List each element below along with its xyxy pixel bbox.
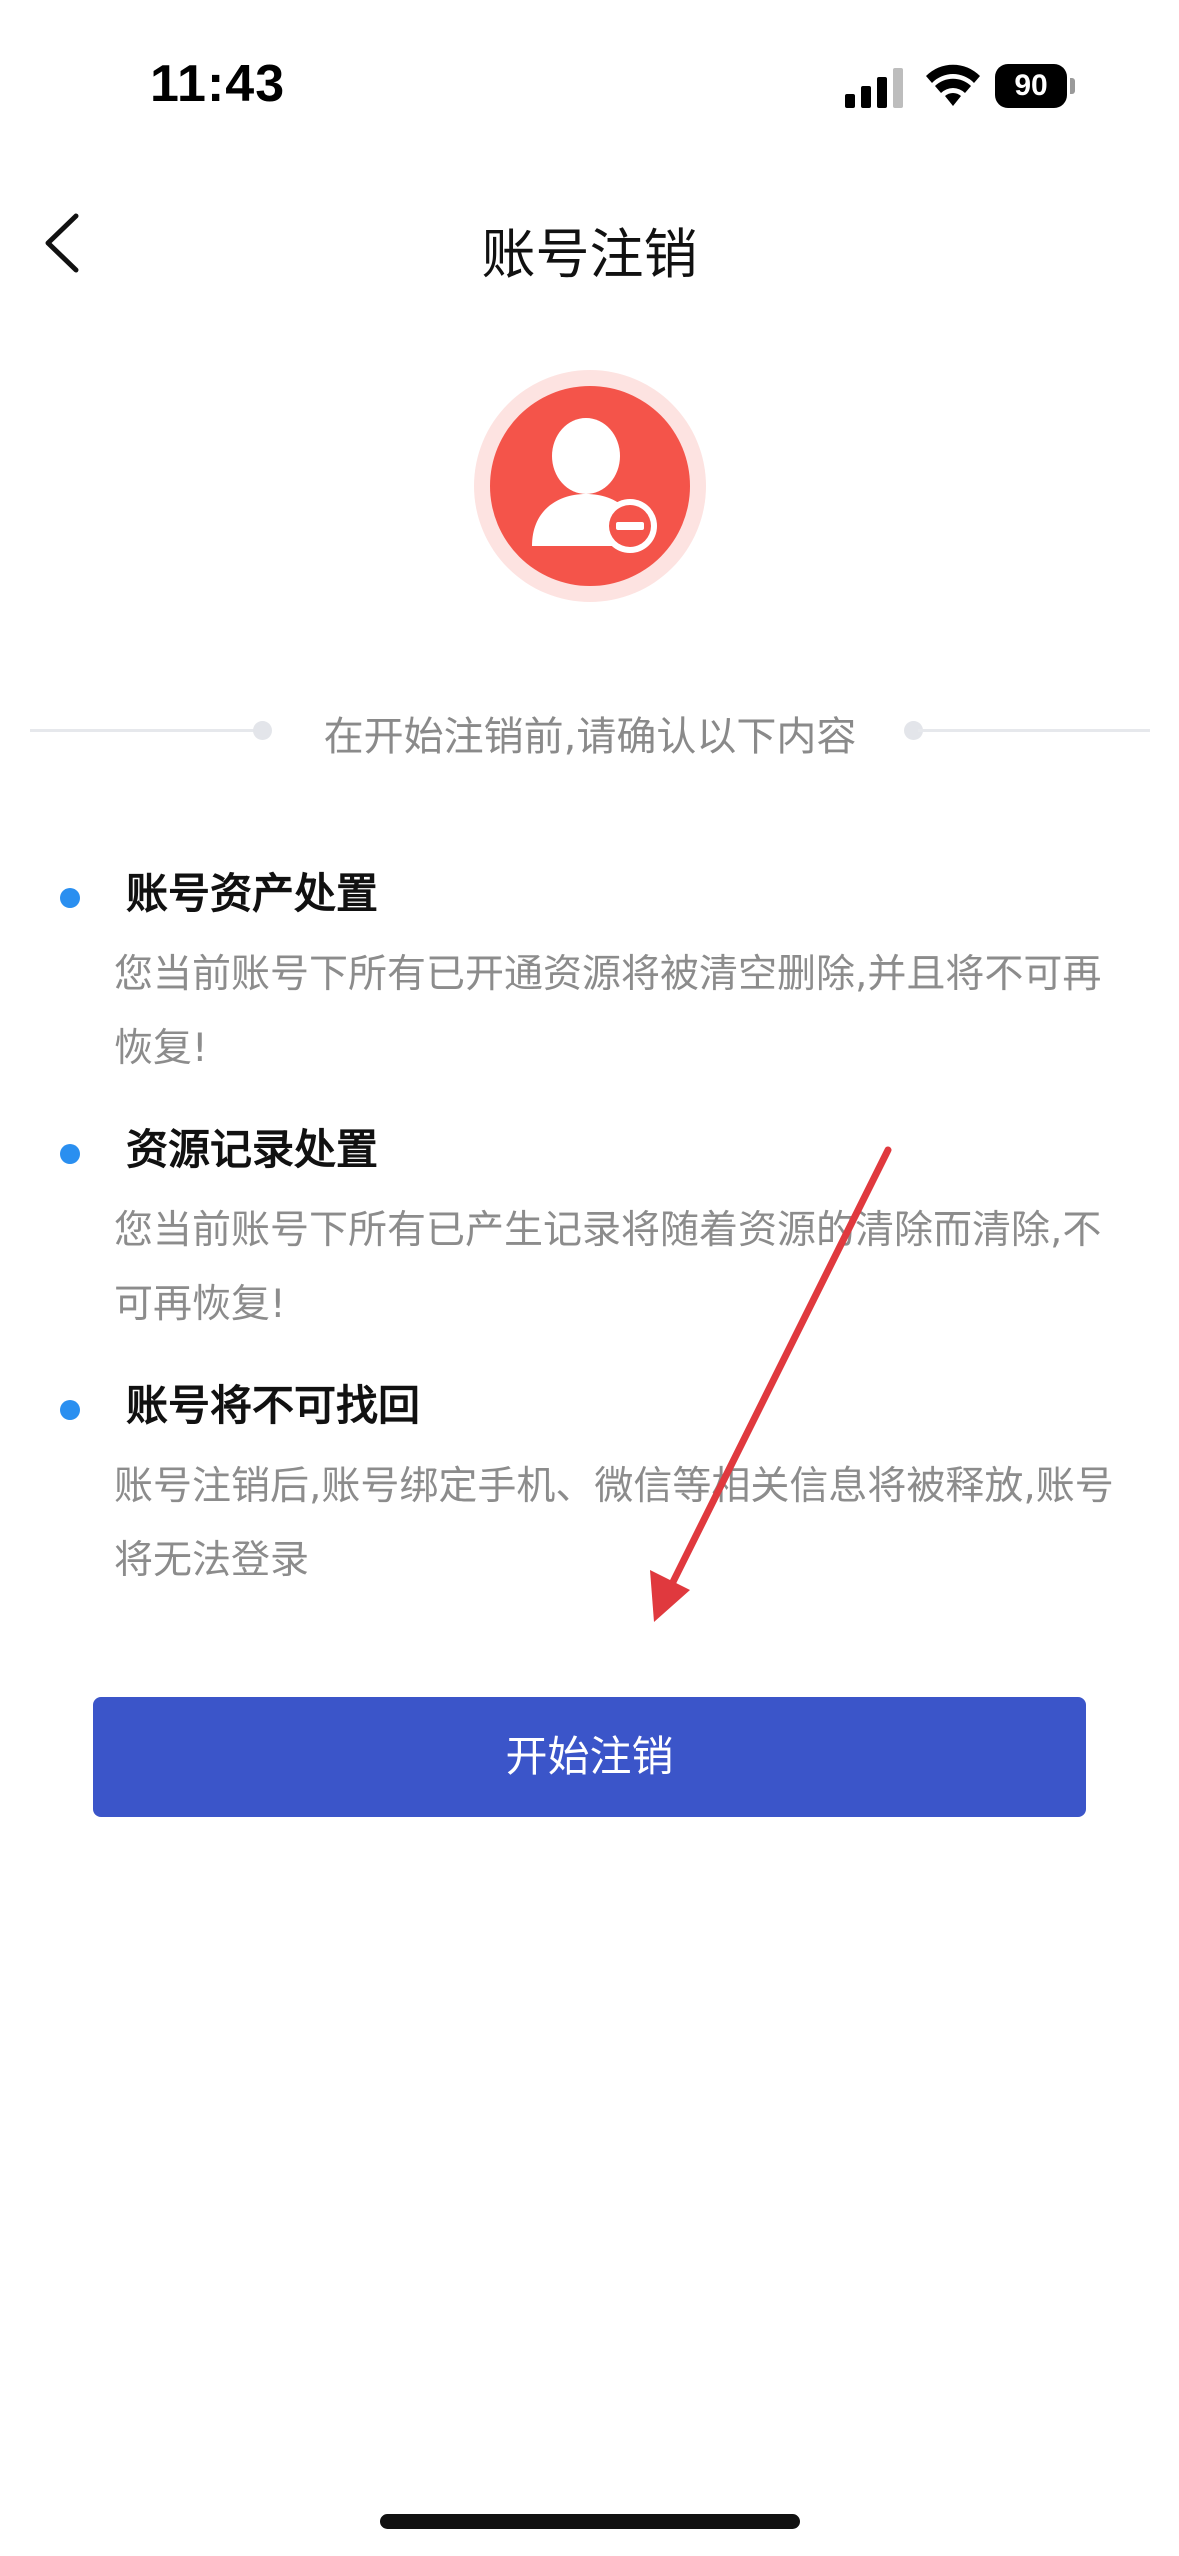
bullet-dot [60, 1144, 80, 1164]
notice-title: 账号将不可找回 [126, 1381, 421, 1430]
status-time: 11:43 [150, 55, 286, 113]
wifi-icon [926, 64, 980, 106]
divider-dot [253, 721, 272, 740]
notice-title: 资源记录处置 [126, 1125, 379, 1174]
battery-icon: 90 [995, 64, 1077, 108]
battery-level: 90 [1014, 69, 1048, 102]
home-indicator[interactable] [380, 2514, 800, 2529]
user-remove-icon [474, 370, 706, 602]
nav-bar: 账号注销 [0, 190, 1179, 300]
notice-description: 您当前账号下所有已开通资源将被清空删除,并且将不可再恢复! [114, 952, 1102, 1071]
notice-title: 账号资产处置 [126, 869, 379, 918]
section-divider: 在开始注销前,请确认以下内容 [0, 700, 1179, 760]
notice-description: 您当前账号下所有已产生记录将随着资源的清除而清除,不可再恢复! [114, 1208, 1102, 1327]
section-heading: 在开始注销前,请确认以下内容 [323, 714, 857, 760]
account-deletion-screen: 11:43 90 账号注销 在开始注销前,请确认以下内容 账号资产处置 您当前账… [0, 0, 1179, 2556]
bullet-dot [60, 1400, 80, 1420]
divider-line [30, 729, 255, 732]
page-title: 账号注销 [481, 223, 698, 286]
divider-line [918, 729, 1150, 732]
bullet-dot [60, 888, 80, 908]
signal-icon [845, 68, 903, 108]
status-bar: 11:43 90 [0, 0, 1179, 170]
start-deletion-button[interactable]: 开始注销 [93, 1697, 1086, 1817]
notice-description: 账号注销后,账号绑定手机、微信等相关信息将被释放,账号将无法登录 [114, 1464, 1114, 1583]
